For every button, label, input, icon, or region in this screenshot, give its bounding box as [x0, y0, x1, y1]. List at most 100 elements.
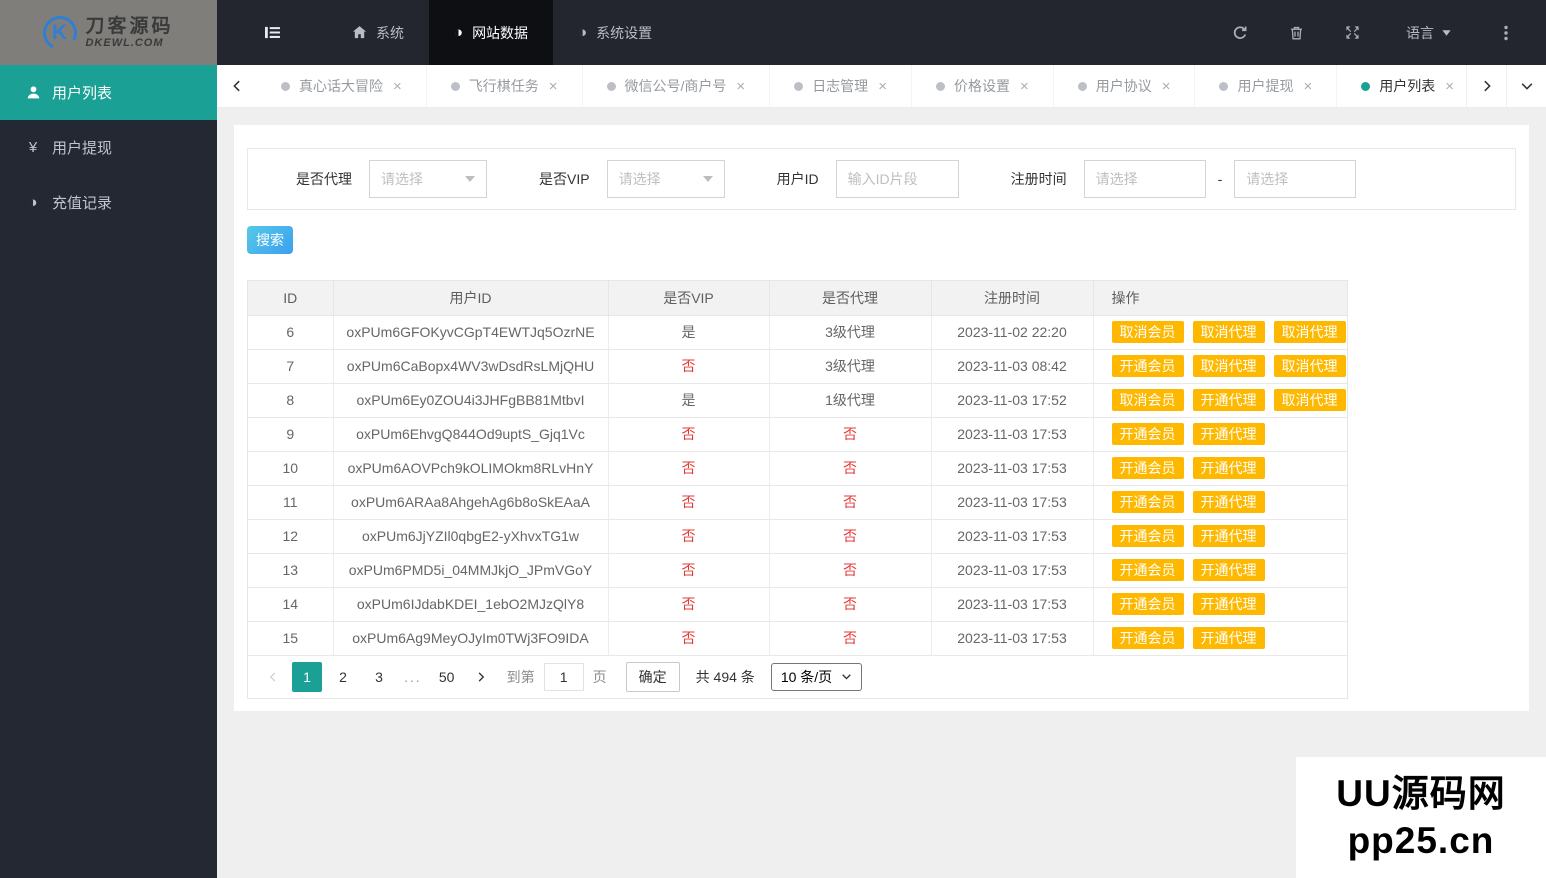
refresh-icon[interactable] — [1212, 0, 1268, 65]
action-button[interactable]: 开通代理 — [1192, 389, 1265, 411]
sidebar-item-user-withdraw[interactable]: ¥ 用户提现 — [0, 120, 217, 175]
page-item[interactable]: 50 — [432, 662, 462, 692]
action-button[interactable]: 开通代理 — [1192, 491, 1265, 513]
trash-icon[interactable] — [1268, 0, 1324, 65]
cell-id: 8 — [248, 383, 334, 418]
action-button[interactable]: 取消代理 — [1192, 355, 1265, 377]
action-button[interactable]: 取消会员 — [1111, 321, 1184, 343]
cell-reg-time: 2023-11-03 17:53 — [931, 553, 1094, 588]
fullscreen-icon[interactable] — [1324, 0, 1380, 65]
action-button[interactable]: 开通会员 — [1111, 457, 1184, 479]
date-range-separator: - — [1217, 171, 1223, 187]
action-button[interactable]: 取消代理 — [1273, 389, 1346, 411]
action-button[interactable]: 开通会员 — [1111, 423, 1184, 445]
page-prev-icon[interactable] — [259, 662, 286, 692]
action-button[interactable]: 开通代理 — [1192, 559, 1265, 581]
menu-collapse[interactable] — [217, 0, 327, 65]
tab-price-settings[interactable]: 价格设置 × — [910, 65, 1053, 107]
cell-agent: 否 — [769, 417, 932, 452]
tab-user-withdraw[interactable]: 用户提现 × — [1194, 65, 1336, 107]
agent-select-value: 请选择 — [381, 171, 423, 187]
action-button[interactable]: 开通代理 — [1192, 627, 1265, 649]
tab-close-icon[interactable]: × — [1445, 78, 1454, 95]
action-button[interactable]: 开通会员 — [1111, 491, 1184, 513]
table-row: 9 oxPUm6EhvgQ844Od9uptS_Gjq1Vc 否否 2023-11-0… — [248, 417, 1347, 452]
language-dropdown[interactable]: 语言 — [1380, 0, 1478, 65]
search-button[interactable]: 搜索 — [247, 226, 293, 254]
tab-close-icon[interactable]: × — [393, 78, 402, 95]
cell-actions: 开通会员 开通代理 — [1093, 451, 1347, 486]
user-id-input[interactable] — [835, 160, 959, 198]
tab-close-icon[interactable]: × — [1303, 78, 1312, 95]
vip-select[interactable]: 请选择 — [606, 160, 725, 198]
column-header-3: 是否代理 — [769, 281, 932, 316]
page-item[interactable]: 3 — [364, 662, 394, 692]
reg-time-end-picker[interactable]: 请选择 — [1234, 160, 1357, 198]
menu-site-data[interactable]: ◑ 网站数据 — [429, 0, 554, 65]
cell-id: 13 — [248, 553, 334, 588]
tab-truth-or-dare[interactable]: 真心话大冒险 × — [257, 65, 426, 107]
page-item[interactable]: 2 — [328, 662, 358, 692]
navbar-right: 语言 — [1212, 0, 1546, 65]
tab-bar: 真心话大冒险 × 飞行棋任务 × 微信公号/商户号 × 日志管理 × 价格设置 × 用户协议 × 用户提… — [217, 65, 1546, 108]
filter-vip: 是否VIP 请选择 — [539, 160, 725, 198]
logo-title: 刀客源码 — [85, 15, 174, 37]
cell-id: 9 — [248, 417, 334, 452]
tab-close-icon[interactable]: × — [878, 78, 887, 95]
tab-close-icon[interactable]: × — [549, 78, 558, 95]
action-button[interactable]: 开通会员 — [1111, 559, 1184, 581]
action-button[interactable]: 开通会员 — [1111, 525, 1184, 547]
action-button[interactable]: 取消代理 — [1273, 355, 1346, 377]
goto-page-input[interactable] — [543, 662, 584, 691]
action-button[interactable]: 开通会员 — [1111, 355, 1184, 377]
page-next-icon[interactable] — [468, 662, 495, 692]
cell-vip: 否 — [608, 349, 770, 384]
sidebar-item-recharge-records[interactable]: ◑ 充值记录 — [0, 175, 217, 230]
tab-flight-chess-task[interactable]: 飞行棋任务 × — [425, 65, 582, 107]
action-button[interactable]: 取消代理 — [1273, 321, 1346, 343]
cell-reg-time: 2023-11-03 17:53 — [931, 485, 1094, 520]
vip-select-value: 请选择 — [618, 171, 661, 187]
home-icon — [352, 25, 367, 40]
half-circle-icon: ◑ — [578, 24, 588, 41]
tab-log-management[interactable]: 日志管理 × — [769, 65, 911, 107]
tab-close-icon[interactable]: × — [736, 78, 745, 95]
tab-price-settings-label: 价格设置 — [953, 78, 1010, 94]
column-header-1: 用户ID — [333, 281, 609, 316]
cell-actions: 开通会员 开通代理 — [1093, 621, 1347, 656]
goto-confirm-button[interactable]: 确定 — [625, 661, 680, 692]
action-button[interactable]: 取消代理 — [1192, 321, 1265, 343]
agent-select[interactable]: 请选择 — [369, 160, 487, 198]
reg-time-start-picker[interactable]: 请选择 — [1083, 160, 1206, 198]
more-menu-icon[interactable] — [1478, 0, 1534, 65]
filter-vip-label: 是否VIP — [539, 171, 590, 187]
tab-close-icon[interactable]: × — [1162, 78, 1171, 95]
action-button[interactable]: 开通代理 — [1192, 457, 1265, 479]
sidebar-item-user-list[interactable]: 用户列表 — [0, 65, 217, 120]
action-button[interactable]: 开通代理 — [1192, 593, 1265, 615]
tabs-scroll-right-icon[interactable] — [1466, 65, 1506, 107]
tabs-scroll-left-icon[interactable] — [217, 65, 257, 107]
tab-user-list-label: 用户列表 — [1379, 78, 1436, 94]
action-button[interactable]: 开通代理 — [1192, 423, 1265, 445]
cell-id: 6 — [248, 315, 334, 350]
tab-wechat-merchant[interactable]: 微信公号/商户号 × — [581, 65, 770, 107]
tabs-menu-chevron-down-icon[interactable] — [1506, 65, 1546, 107]
action-button[interactable]: 取消会员 — [1111, 389, 1184, 411]
page-item[interactable]: 1 — [292, 661, 322, 692]
cell-vip: 否 — [608, 485, 770, 520]
table-header-row: ID 用户ID 是否VIP 是否代理 注册时间 操作 — [248, 281, 1347, 316]
cell-agent: 3级代理 — [769, 315, 932, 350]
action-button[interactable]: 开通会员 — [1111, 593, 1184, 615]
tab-dot-icon — [794, 81, 804, 91]
action-button[interactable]: 开通代理 — [1192, 525, 1265, 547]
tab-close-icon[interactable]: × — [1020, 78, 1029, 95]
sidebar-item-recharge-records-label: 充值记录 — [52, 195, 113, 212]
tab-user-agreement[interactable]: 用户协议 × — [1052, 65, 1195, 107]
page-size-select[interactable]: 10 条/页 — [770, 662, 863, 691]
action-button[interactable]: 开通会员 — [1111, 627, 1184, 649]
menu-system[interactable]: 系统 — [327, 0, 429, 65]
filter-agent: 是否代理 请选择 — [296, 160, 487, 198]
tab-user-list[interactable]: 用户列表 × — [1336, 65, 1466, 107]
menu-system-settings[interactable]: ◑ 系统设置 — [553, 0, 677, 65]
